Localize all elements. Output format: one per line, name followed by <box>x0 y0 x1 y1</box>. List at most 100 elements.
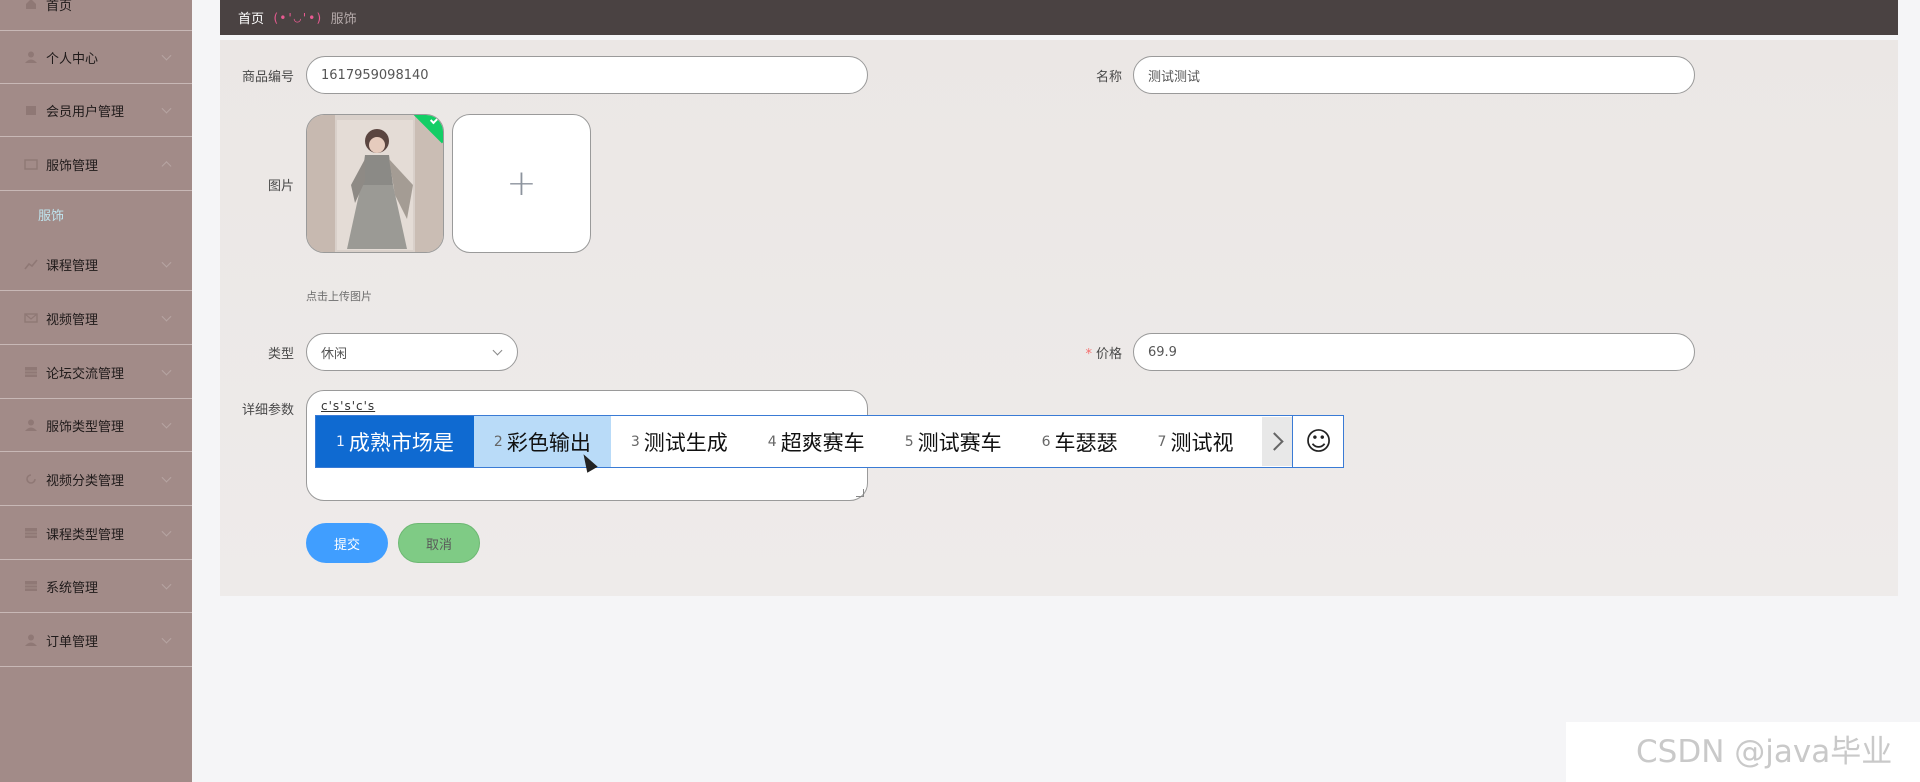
detail-value: c's's'c's <box>321 399 376 413</box>
ime-candidate-4[interactable]: 4 超爽赛车 <box>748 416 885 467</box>
ime-candidate-bar: 1 成熟市场是 2 彩色输出 3 测试生成 4 超爽赛车 5 测试赛车 6 车瑟… <box>315 415 1344 468</box>
ime-candidate-3[interactable]: 3 测试生成 <box>611 416 748 467</box>
candidate-text: 彩色输出 <box>506 430 591 455</box>
name-value: 测试测试 <box>1148 69 1201 85</box>
candidate-text: 测试视 <box>1170 430 1234 455</box>
sidebar-item-label: 课程管理 <box>46 258 99 274</box>
upload-hint: 点击上传图片 <box>306 290 372 303</box>
sidebar-item-label: 课程类型管理 <box>46 527 125 543</box>
chevron-up-icon <box>161 161 172 172</box>
user-icon <box>24 50 38 64</box>
breadcrumb-home[interactable]: 首页 <box>238 8 264 27</box>
breadcrumb-emoticon: (•'◡'•) <box>272 10 323 25</box>
sidebar: 首页 个人中心 会员用户管理 服饰管理 服饰 课程管理 视频管理 论坛交流管理 … <box>0 0 192 782</box>
ime-candidate-5[interactable]: 5 测试赛车 <box>885 416 1022 467</box>
sidebar-item-videos[interactable]: 视频管理 <box>0 292 192 345</box>
sidebar-item-label: 会员用户管理 <box>46 104 125 120</box>
sidebar-item-label: 服饰管理 <box>46 158 99 174</box>
ime-candidate-7[interactable]: 7 测试视 <box>1138 416 1234 467</box>
sidebar-item-system[interactable]: 系统管理 <box>0 560 192 613</box>
table-icon <box>24 579 38 593</box>
smiley-icon: ☺ <box>1304 426 1333 457</box>
candidate-number: 2 <box>493 433 503 450</box>
home-icon <box>24 0 38 11</box>
chevron-down-icon <box>161 311 172 322</box>
chevron-down-icon <box>161 418 172 429</box>
chevron-down-icon <box>161 365 172 376</box>
sidebar-subitem-clothing[interactable]: 服饰 <box>0 194 192 234</box>
chevron-down-icon <box>161 579 172 590</box>
sidebar-item-label: 系统管理 <box>46 580 99 596</box>
candidate-number: 5 <box>904 433 914 450</box>
watermark: CSDN @java毕业 <box>1636 734 1893 770</box>
name-label: 名称 <box>1095 70 1122 85</box>
chart-icon <box>24 257 38 271</box>
candidate-number: 7 <box>1157 433 1167 450</box>
type-value: 休闲 <box>321 346 348 362</box>
sidebar-item-home[interactable]: 首页 <box>0 0 192 31</box>
sidebar-item-courses[interactable]: 课程管理 <box>0 238 192 291</box>
table-icon <box>24 526 38 540</box>
ime-candidate-1[interactable]: 1 成熟市场是 <box>316 416 474 467</box>
sidebar-item-label: 服饰类型管理 <box>46 419 125 435</box>
code-field[interactable]: 1617959098140 <box>306 56 868 94</box>
dress-photo <box>307 115 443 252</box>
price-label: * 价格 <box>1032 343 1122 362</box>
chevron-down-icon <box>161 526 172 537</box>
price-field[interactable]: 69.9 <box>1133 333 1695 371</box>
sidebar-item-member-users[interactable]: 会员用户管理 <box>0 84 192 137</box>
chevron-right-icon <box>1264 432 1284 451</box>
candidate-number: 6 <box>1041 433 1051 450</box>
chevron-down-icon <box>492 345 503 356</box>
candidate-text: 车瑟瑟 <box>1054 430 1118 455</box>
sidebar-item-forum[interactable]: 论坛交流管理 <box>0 346 192 399</box>
users-icon <box>24 103 38 117</box>
sidebar-item-label: 个人中心 <box>46 51 99 67</box>
sidebar-item-course-types[interactable]: 课程类型管理 <box>0 507 192 560</box>
table-icon <box>24 365 38 379</box>
sidebar-item-label: 视频分类管理 <box>46 473 125 489</box>
chevron-down-icon <box>161 472 172 483</box>
plus-icon: + <box>506 163 537 204</box>
image-label: 图片 <box>267 179 294 194</box>
candidate-number: 4 <box>767 433 777 450</box>
ime-candidate-6[interactable]: 6 车瑟瑟 <box>1022 416 1138 467</box>
candidate-text: 测试生成 <box>643 430 728 455</box>
sidebar-item-label: 首页 <box>46 0 73 14</box>
sidebar-item-orders[interactable]: 订单管理 <box>0 614 192 667</box>
name-field[interactable]: 测试测试 <box>1133 56 1695 94</box>
ime-emoji-button[interactable]: ☺ <box>1292 416 1344 467</box>
sidebar-item-clothing-types[interactable]: 服饰类型管理 <box>0 399 192 452</box>
cancel-button[interactable]: 取消 <box>398 523 480 563</box>
sidebar-item-label: 论坛交流管理 <box>46 366 125 382</box>
candidate-text: 超爽赛车 <box>780 430 865 455</box>
resize-handle[interactable] <box>856 489 864 497</box>
sidebar-item-personal-center[interactable]: 个人中心 <box>0 31 192 84</box>
breadcrumb-current: 服饰 <box>330 12 357 27</box>
ime-next-page-button[interactable] <box>1262 417 1292 466</box>
submit-button[interactable]: 提交 <box>306 523 388 563</box>
user-icon <box>24 418 38 432</box>
detail-label: 详细参数 <box>241 403 294 418</box>
chevron-down-icon <box>161 257 172 268</box>
code-label: 商品编号 <box>241 70 294 85</box>
check-icon <box>429 115 440 125</box>
refresh-icon <box>24 472 38 486</box>
candidate-number: 3 <box>630 433 640 450</box>
user-icon <box>24 633 38 647</box>
type-select[interactable]: 休闲 <box>306 333 518 371</box>
sidebar-item-label: 视频管理 <box>46 312 99 328</box>
breadcrumb: 首页 (•'◡'•) 服饰 <box>220 0 1898 35</box>
chevron-down-icon <box>161 50 172 61</box>
candidate-text: 成熟市场是 <box>348 430 454 455</box>
price-label-text: 价格 <box>1095 347 1122 362</box>
chevron-down-icon <box>161 633 172 644</box>
sidebar-item-clothing[interactable]: 服饰管理 <box>0 138 192 191</box>
uploaded-image-thumbnail[interactable] <box>306 114 444 253</box>
required-marker: * <box>1085 347 1092 362</box>
sidebar-item-label: 订单管理 <box>46 634 99 650</box>
sidebar-item-video-categories[interactable]: 视频分类管理 <box>0 453 192 506</box>
candidate-text: 测试赛车 <box>917 430 1002 455</box>
sidebar-subitem-label: 服饰 <box>38 208 65 224</box>
upload-button[interactable]: + <box>452 114 591 253</box>
